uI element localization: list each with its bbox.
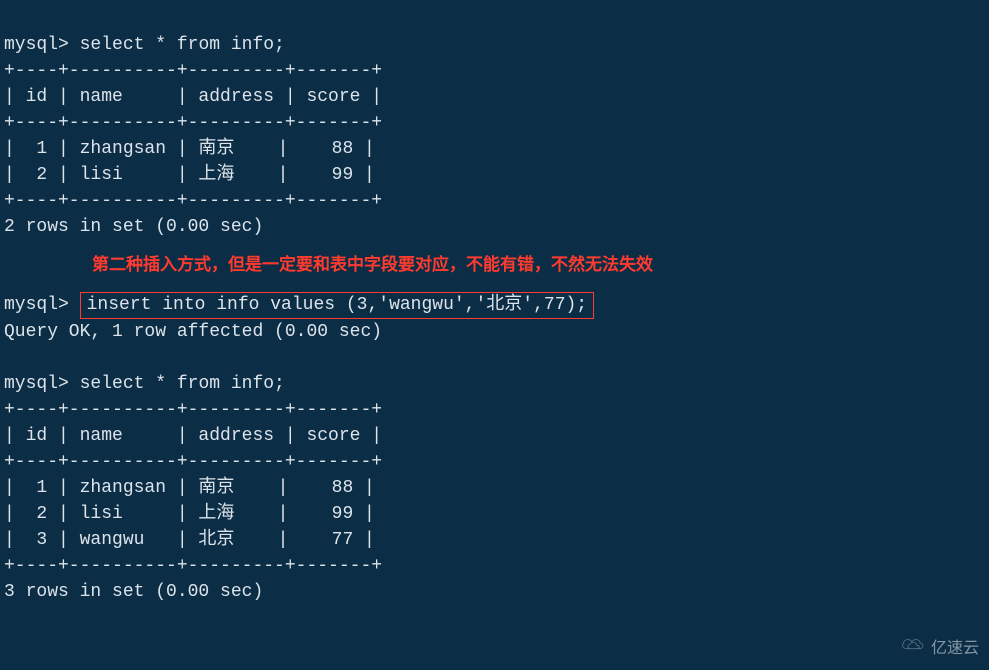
table-header: | id | name | address | score | [4, 426, 382, 446]
mysql-prompt[interactable]: mysql> [4, 35, 69, 55]
table-border: +----+----------+---------+-------+ [4, 452, 382, 472]
table-row: | 2 | lisi | 上海 | 99 | [4, 165, 375, 185]
rows-summary: 2 rows in set (0.00 sec) [4, 217, 263, 237]
table-row: | 1 | zhangsan | 南京 | 88 | [4, 478, 375, 498]
sql-select-2: select * from info; [80, 374, 285, 394]
watermark-text: 亿速云 [931, 636, 979, 662]
table-border: +----+----------+---------+-------+ [4, 61, 382, 81]
sql-insert-boxed: insert into info values (3,'wangwu','北京'… [80, 292, 594, 319]
table-border: +----+----------+---------+-------+ [4, 191, 382, 211]
table-row: | 2 | lisi | 上海 | 99 | [4, 504, 375, 524]
mysql-prompt[interactable]: mysql> [4, 374, 69, 394]
table-border: +----+----------+---------+-------+ [4, 400, 382, 420]
watermark: 亿速云 [899, 635, 979, 662]
terminal-output: mysql> select * from info; +----+-------… [0, 0, 989, 611]
table-header: | id | name | address | score | [4, 87, 382, 107]
rows-summary: 3 rows in set (0.00 sec) [4, 582, 263, 602]
sql-select-1: select * from info; [80, 35, 285, 55]
cloud-icon [899, 635, 927, 662]
table-border: +----+----------+---------+-------+ [4, 113, 382, 133]
query-ok: Query OK, 1 row affected (0.00 sec) [4, 322, 382, 342]
annotation-text: 第二种插入方式，但是一定要和表中字段要对应，不能有错，不然无法失效 [92, 252, 653, 278]
mysql-prompt[interactable]: mysql> [4, 295, 69, 315]
table-row: | 3 | wangwu | 北京 | 77 | [4, 530, 375, 550]
table-row: | 1 | zhangsan | 南京 | 88 | [4, 139, 375, 159]
table-border: +----+----------+---------+-------+ [4, 556, 382, 576]
